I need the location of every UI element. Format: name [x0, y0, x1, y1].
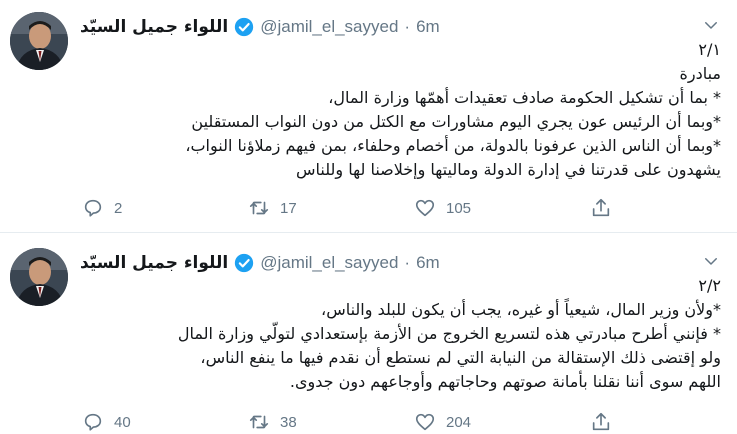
avatar[interactable]	[10, 12, 68, 70]
share-icon	[592, 198, 610, 217]
separator-dot: ·	[404, 253, 411, 272]
tweet-header: اللواء جميل السيّد @jamil_el_sayyed · 6m	[80, 252, 640, 274]
avatar-image	[10, 12, 68, 70]
author-handle[interactable]: @jamil_el_sayyed	[260, 17, 398, 37]
tweet-header: اللواء جميل السيّد @jamil_el_sayyed · 6m	[80, 16, 640, 38]
heart-icon	[415, 199, 435, 217]
tweet-line: *وبما أن الناس الذين عرفونا بالدولة، من …	[185, 136, 721, 155]
avatar-image	[10, 248, 68, 306]
reply-button[interactable]: 2	[82, 196, 122, 220]
tweet-line: مبادرة	[679, 64, 721, 83]
tweet-text: ٢/١ مبادرة * بما أن تشكيل الحكومة صادف ت…	[72, 38, 721, 182]
tweet-menu-button[interactable]	[700, 250, 722, 272]
avatar[interactable]	[10, 248, 68, 306]
tweet-line: ولو إقتضى ذلك الإستقالة من النيابة التي …	[200, 348, 721, 367]
retweet-icon	[249, 201, 269, 215]
retweet-count: 38	[280, 413, 297, 431]
retweet-button[interactable]: 17	[248, 196, 297, 220]
share-icon	[592, 412, 610, 431]
verified-badge-icon	[234, 17, 254, 37]
verified-badge-icon	[234, 253, 254, 273]
retweet-button[interactable]: 38	[248, 410, 297, 434]
reply-count: 2	[114, 199, 123, 217]
retweet-count: 17	[280, 199, 297, 217]
tweet-actions: 2 17 105	[82, 196, 622, 220]
reply-count: 40	[114, 413, 131, 431]
tweet-line: اللهم سوى أننا نقلنا بأمانة صوتهم وحاجات…	[289, 372, 721, 391]
tweet-line: * فإنني أطرح مبادرتي هذه لتسريع الخروج م…	[177, 324, 721, 343]
tweet-line: ٢/١	[698, 40, 721, 59]
author-name[interactable]: اللواء جميل السيّد	[80, 17, 228, 37]
reply-icon	[84, 413, 102, 431]
like-count: 105	[446, 199, 472, 217]
heart-icon	[415, 413, 435, 431]
tweet[interactable]: اللواء جميل السيّد @jamil_el_sayyed · 6m…	[0, 236, 737, 431]
like-button[interactable]: 204	[414, 410, 471, 434]
reply-icon	[84, 199, 102, 217]
tweet-line: ٢/٢	[698, 276, 721, 295]
share-button[interactable]	[590, 410, 612, 434]
tweet-line: * بما أن تشكيل الحكومة صادف تعقيدات أهمّ…	[328, 88, 721, 107]
like-count: 204	[446, 413, 472, 431]
like-button[interactable]: 105	[414, 196, 471, 220]
retweet-icon	[249, 415, 269, 429]
tweet[interactable]: اللواء جميل السيّد @jamil_el_sayyed · 6m…	[0, 0, 737, 236]
timestamp[interactable]: 6m	[416, 17, 440, 37]
share-button[interactable]	[590, 196, 612, 220]
chevron-down-icon	[705, 258, 717, 265]
tweet-line: يشهدون على قدرتنا في إدارة الدولة وماليت…	[296, 160, 721, 179]
reply-button[interactable]: 40	[82, 410, 131, 434]
tweet-line: *ولأن وزير المال، شيعياً أو غيره، يجب أن…	[321, 300, 721, 319]
chevron-down-icon	[705, 22, 717, 29]
tweet-divider	[0, 232, 737, 233]
timestamp[interactable]: 6m	[416, 253, 440, 273]
separator-dot: ·	[404, 17, 411, 36]
tweet-actions: 40 38 204	[82, 410, 622, 434]
tweet-menu-button[interactable]	[700, 14, 722, 36]
tweet-text: ٢/٢ *ولأن وزير المال، شيعياً أو غيره، يج…	[72, 274, 721, 394]
author-name[interactable]: اللواء جميل السيّد	[80, 253, 228, 273]
author-handle[interactable]: @jamil_el_sayyed	[260, 253, 398, 273]
tweet-line: *وبما أن الرئيس عون يجري اليوم مشاورات م…	[191, 112, 721, 131]
